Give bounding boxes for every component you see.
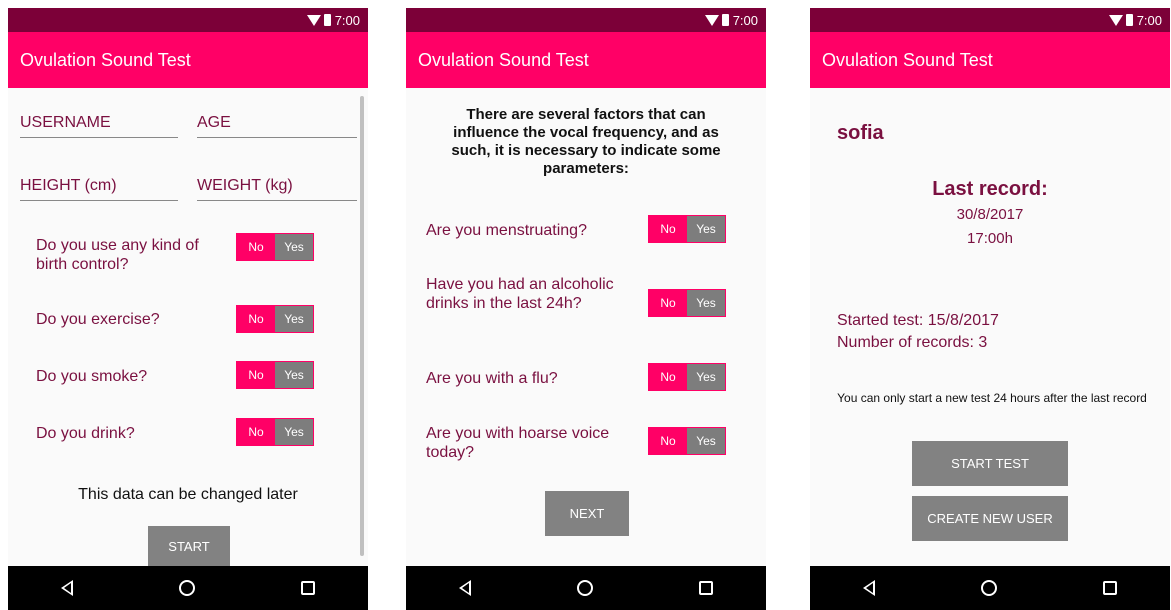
recents-icon[interactable]	[301, 581, 315, 595]
status-bar: 7:00	[8, 8, 368, 32]
nav-bar	[8, 566, 368, 610]
create-new-user-button[interactable]: CREATE NEW USER	[912, 496, 1068, 541]
status-time: 7:00	[1136, 12, 1162, 28]
battery-icon	[323, 14, 331, 26]
question-menstruating: Are you menstruating?	[426, 222, 587, 239]
question-flu: Are you with a flu?	[426, 370, 558, 387]
status-time: 7:00	[732, 12, 758, 28]
toggle-yes[interactable]: Yes	[687, 428, 725, 454]
battery-icon	[1125, 14, 1133, 26]
question-smoke: Do you smoke?	[36, 368, 148, 385]
app-bar: Ovulation Sound Test	[406, 32, 766, 88]
toggle-flu[interactable]: No Yes	[648, 363, 726, 391]
nav-bar	[810, 566, 1170, 610]
home-icon[interactable]	[179, 580, 195, 596]
toggle-drink[interactable]: No Yes	[236, 418, 314, 446]
toggle-no[interactable]: No	[237, 306, 275, 332]
question-exercise: Do you exercise?	[36, 311, 160, 328]
toggle-exercise[interactable]: No Yes	[236, 305, 314, 333]
toggle-yes[interactable]: Yes	[275, 362, 313, 388]
toggle-no[interactable]: No	[649, 364, 687, 390]
start-test-button[interactable]: START TEST	[912, 441, 1068, 486]
number-of-records: Number of records: 3	[837, 334, 988, 351]
new-test-notice: You can only start a new test 24 hours a…	[837, 391, 1147, 405]
toggle-hoarse-voice[interactable]: No Yes	[648, 427, 726, 455]
started-test: Started test: 15/8/2017	[837, 312, 999, 329]
toggle-no[interactable]: No	[237, 234, 275, 260]
back-icon[interactable]	[61, 580, 73, 596]
toggle-smoke[interactable]: No Yes	[236, 361, 314, 389]
last-record-time: 17:00h	[967, 230, 1013, 247]
username-field[interactable]: USERNAME	[20, 104, 178, 138]
toggle-yes[interactable]: Yes	[687, 216, 725, 242]
toggle-yes[interactable]: Yes	[275, 306, 313, 332]
toggle-yes[interactable]: Yes	[275, 234, 313, 260]
start-button[interactable]: START	[148, 526, 230, 566]
next-button[interactable]: NEXT	[545, 491, 629, 536]
battery-icon	[721, 14, 729, 26]
intro-text: There are several factors that can influ…	[451, 106, 721, 177]
age-field[interactable]: AGE	[197, 104, 357, 138]
toggle-no[interactable]: No	[237, 419, 275, 445]
recents-icon[interactable]	[1103, 581, 1117, 595]
back-icon[interactable]	[459, 580, 471, 596]
screen-user-status: 7:00 Ovulation Sound Test sofia Last rec…	[810, 8, 1170, 610]
recents-icon[interactable]	[699, 581, 713, 595]
toggle-no[interactable]: No	[649, 216, 687, 242]
status-time: 7:00	[334, 12, 360, 28]
nav-bar	[406, 566, 766, 610]
screen-user-profile: 7:00 Ovulation Sound Test USERNAME AGE H…	[8, 8, 368, 610]
toggle-no[interactable]: No	[649, 290, 687, 316]
question-hoarse-voice: Are you with hoarse voice today?	[426, 425, 610, 461]
screen-parameters: 7:00 Ovulation Sound Test There are seve…	[406, 8, 766, 610]
wifi-icon	[704, 14, 719, 26]
scrollbar[interactable]	[360, 96, 364, 556]
data-change-note: This data can be changed later	[78, 486, 298, 503]
toggle-yes[interactable]: Yes	[687, 364, 725, 390]
toggle-no[interactable]: No	[649, 428, 687, 454]
wifi-icon	[1108, 14, 1123, 26]
toggle-menstruating[interactable]: No Yes	[648, 215, 726, 243]
status-bar: 7:00	[406, 8, 766, 32]
status-bar: 7:00	[810, 8, 1170, 32]
height-field[interactable]: HEIGHT (cm)	[20, 167, 178, 201]
app-bar: Ovulation Sound Test	[810, 32, 1170, 88]
last-record-date: 30/8/2017	[956, 206, 1024, 223]
wifi-icon	[306, 14, 321, 26]
app-bar: Ovulation Sound Test	[8, 32, 368, 88]
question-alcohol: Have you had an alcoholic drinks in the …	[426, 276, 614, 312]
last-record-title: Last record:	[932, 178, 1048, 200]
app-title: Ovulation Sound Test	[20, 49, 191, 70]
question-birth-control: Do you use any kind of birth control?	[36, 237, 199, 273]
toggle-no[interactable]: No	[237, 362, 275, 388]
toggle-birth-control[interactable]: No Yes	[236, 233, 314, 261]
back-icon[interactable]	[863, 580, 875, 596]
username-heading: sofia	[837, 122, 884, 144]
app-title: Ovulation Sound Test	[822, 49, 993, 70]
toggle-yes[interactable]: Yes	[687, 290, 725, 316]
question-drink: Do you drink?	[36, 425, 135, 442]
toggle-yes[interactable]: Yes	[275, 419, 313, 445]
app-title: Ovulation Sound Test	[418, 49, 589, 70]
home-icon[interactable]	[577, 580, 593, 596]
weight-field[interactable]: WEIGHT (kg)	[197, 167, 357, 201]
home-icon[interactable]	[981, 580, 997, 596]
toggle-alcohol[interactable]: No Yes	[648, 289, 726, 317]
